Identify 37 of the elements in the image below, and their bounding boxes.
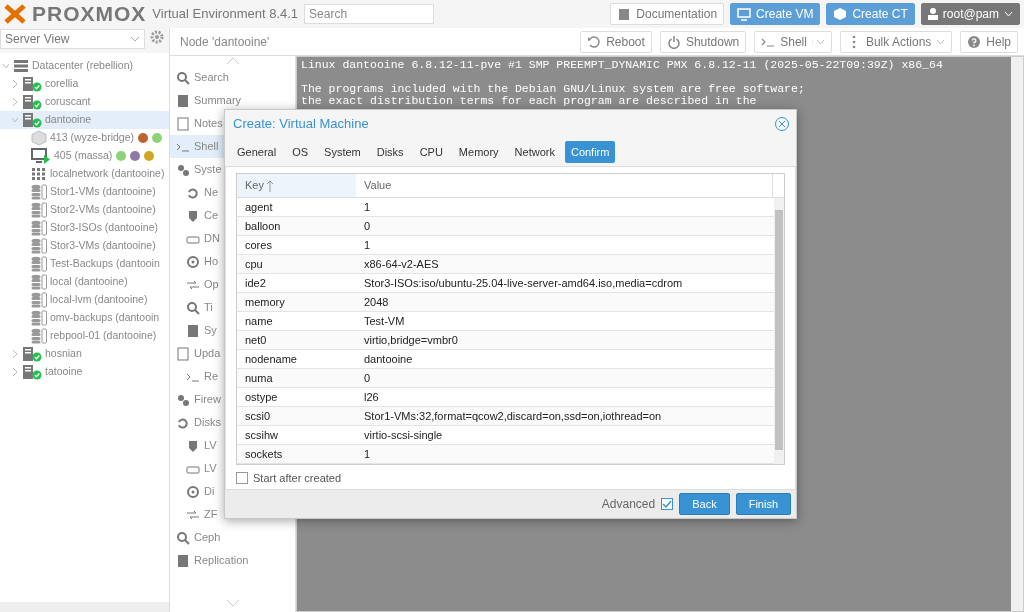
table-cell-text: virtio,bridge=vmbr0: [363, 332, 458, 348]
table-cell-text: 0: [363, 218, 371, 234]
table-cell-text: ostype: [244, 389, 279, 405]
table-cell-text: scsi0: [244, 408, 272, 424]
table-cell-text: balloon: [244, 218, 282, 234]
logo-text: PROXMOX: [32, 1, 147, 28]
table-cell-text: 1: [363, 446, 371, 462]
checkbox-label: Advanced: [601, 496, 656, 513]
table-cell-text: virtio-scsi-single: [363, 427, 443, 443]
table-cell-text: 1: [363, 237, 371, 253]
table-cell-text: Stor1-VMs:32,format=qcow2,discard=on,ssd=on,iothread=on: [363, 408, 662, 424]
version-label: Virtual Environment 8.4.1: [152, 5, 299, 24]
table-cell-text: l26: [363, 389, 379, 405]
table-cell-text: agent: [244, 199, 274, 215]
table-cell-text: cpu: [244, 256, 264, 272]
table-cell-text: x86-64-v2-AES: [363, 256, 439, 272]
table-cell-text: cores: [244, 237, 273, 253]
terminal-line: the exact distribution terms for each program are described in the: [301, 95, 758, 107]
table-cell-text: numa: [244, 370, 274, 386]
terminal-line: Linux dantooine 6.8.12-11-pve #1 SMP PREEMPT_DYNAMIC PMX 6.8.12-11 (2025-05-22T09:39Z) x86_64: [301, 59, 944, 71]
table-cell-text: Stor3-ISOs:iso/ubuntu-25.04-live-server-amd64.iso,media=cdrom: [363, 275, 683, 291]
table-cell-text: ide2: [244, 275, 267, 291]
table-cell-text: dantooine: [363, 351, 413, 367]
terminal-line: The programs included with the Debian GNU/Linux system are free software;: [301, 83, 806, 95]
table-cell-text: sockets: [244, 446, 284, 462]
table-cell-text: scsihw: [244, 427, 279, 443]
table-cell-text: memory: [244, 294, 286, 310]
table-cell-text: 1: [363, 199, 371, 215]
table-cell-text: nodename: [244, 351, 298, 367]
table-cell-text: 2048: [363, 294, 389, 310]
checkbox-label: Start after created: [253, 471, 342, 486]
table-cell-text: 0: [363, 370, 371, 386]
panel-title: Node 'dantooine': [180, 33, 270, 51]
table-cell-text: name: [244, 313, 274, 329]
table-cell-text: Test-VM: [363, 313, 405, 329]
table-cell-text: net0: [244, 332, 268, 348]
dialog-title: Create: Virtual Machine: [233, 115, 369, 134]
